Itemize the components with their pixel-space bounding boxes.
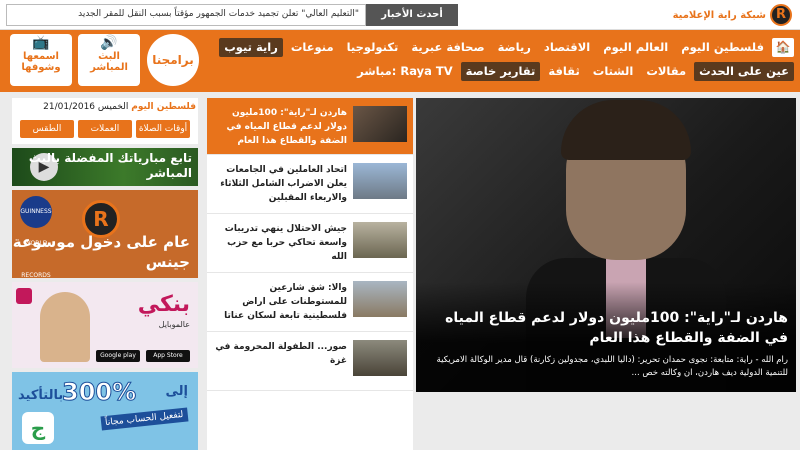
news-title[interactable]: صور... الطفولة المحرومة في غزة [213, 340, 347, 368]
live-audio-button[interactable]: 🔊 البث المباشر [78, 34, 140, 86]
news-thumbnail[interactable] [353, 340, 407, 376]
news-title[interactable]: والا: شق شارعين للمستوطنات على اراض فلسط… [213, 281, 347, 323]
date-text: الخميس 21/01/2016 [43, 102, 129, 112]
weather-button[interactable]: الطقس [20, 120, 74, 138]
date-line: فلسطين اليوم الخميس 21/01/2016 [12, 98, 198, 116]
watch-listen-label: اسمعها وشوفها [21, 51, 61, 73]
nav-row-secondary: عين على الحدث مقالات الشتات ثقافة تقارير… [352, 62, 794, 81]
nav-item-articles[interactable]: مقالات [641, 62, 691, 81]
nav-item-sports[interactable]: رياضة [493, 38, 536, 57]
latest-news-button[interactable]: أحدث الأخبار [366, 4, 458, 26]
news-ticker[interactable]: "التعليم العالي" تعلن تجميد خدمات الجمهو… [6, 4, 366, 26]
nav-item-culture[interactable]: ثقافة [543, 62, 584, 81]
feature-title[interactable]: هاردن لـ"راية": 100مليون دولار لدعم قطاع… [424, 308, 788, 348]
google-play-badge[interactable]: Google play [96, 350, 140, 362]
speaker-icon: 🔊 [100, 35, 118, 51]
nav-item-economy[interactable]: الاقتصاد [539, 38, 595, 57]
prayer-times-button[interactable]: أوقات الصلاة [136, 120, 190, 138]
app-store-badge[interactable]: App Store [146, 350, 190, 362]
ad-live-matches-text: تابع مبارياتك المفضلة بالبث المباشر [28, 151, 192, 180]
ad-person-image [40, 292, 90, 362]
logo-text: شبكة راية الإعلامية [672, 9, 766, 21]
nav-item-special-reports[interactable]: تقارير خاصة [460, 62, 541, 81]
nav-item-raya-tv-live[interactable]: مباشر: Raya TV [352, 62, 457, 81]
ad-percent-after: بالتأكيد [18, 388, 64, 403]
list-item[interactable]: جيش الاحتلال ينهي تدريبات واسعة تحاكي حر… [207, 214, 413, 273]
nav-row-primary: 🏠 فلسطين اليوم العالم اليوم الاقتصاد ريا… [219, 38, 794, 57]
list-item[interactable]: هاردن لـ"راية": 100مليون دولار لدعم قطاع… [207, 98, 413, 155]
news-title[interactable]: جيش الاحتلال ينهي تدريبات واسعة تحاكي حر… [213, 222, 347, 264]
currencies-button[interactable]: العملات [78, 120, 132, 138]
home-icon[interactable]: 🏠 [772, 38, 794, 57]
left-sidebar: فلسطين اليوم الخميس 21/01/2016 الطقس الع… [12, 98, 198, 450]
nav-item-palestine-today[interactable]: فلسطين اليوم [676, 38, 769, 57]
news-title[interactable]: هاردن لـ"راية": 100مليون دولار لدعم قطاع… [213, 106, 347, 148]
ad-banki[interactable]: بنكي عالموبايل Google play App Store [12, 282, 198, 368]
top-bar: "التعليم العالي" تعلن تجميد خدمات الجمهو… [0, 0, 800, 30]
date-section-label: فلسطين اليوم [131, 102, 196, 112]
nav-item-hebrew-press[interactable]: صحافة عبرية [406, 38, 489, 57]
programs-button[interactable]: برامجنا [147, 34, 199, 86]
site-logo[interactable]: R شبكة راية الإعلامية [673, 3, 792, 27]
news-title[interactable]: اتحاد العاملين في الجامعات يعلن الاضراب … [213, 163, 347, 205]
news-thumbnail[interactable] [353, 163, 407, 199]
news-thumbnail[interactable] [353, 222, 407, 258]
ad-live-matches[interactable]: ▶ تابع مبارياتك المفضلة بالبث المباشر [12, 148, 198, 186]
nav-item-technology[interactable]: تكنولوجيا [342, 38, 404, 57]
ad-percent-value: 300% [61, 378, 137, 407]
bank-logo-icon: ج [22, 412, 54, 444]
main-header: 📺 اسمعها وشوفها 🔊 البث المباشر برامجنا 🏠… [0, 30, 800, 92]
ad-guinness[interactable]: GUINNESS WORLD RECORDS R عام على دخول مو… [12, 190, 198, 278]
list-item[interactable]: صور... الطفولة المحرومة في غزة [207, 332, 413, 391]
ad-banki-brand: بنكي [137, 292, 190, 317]
live-audio-label: البث المباشر [90, 51, 128, 73]
nav-item-variety[interactable]: منوعات [286, 38, 339, 57]
guinness-badge-icon: GUINNESS WORLD RECORDS [20, 196, 52, 278]
nav-item-diaspora[interactable]: الشتات [588, 62, 639, 81]
bank-logo-icon [16, 288, 32, 304]
feature-image-hair [561, 100, 691, 160]
logo-r-icon: R [770, 4, 792, 26]
ad-percent-pre: إلى [165, 384, 189, 399]
tv-icon: 📺 [32, 35, 50, 51]
utility-buttons: الطقس العملات أوقات الصلاة [12, 116, 198, 144]
ad-percent-badge: لتفعيل الحساب مجاناً [100, 407, 189, 431]
ad-300-percent[interactable]: بالتأكيد 300% إلى ج لتفعيل الحساب مجاناً [12, 372, 198, 450]
watch-listen-button[interactable]: 📺 اسمعها وشوفها [10, 34, 72, 86]
nav-item-raya-tube[interactable]: راية تيوب [219, 38, 283, 57]
nav-item-eye-on-event[interactable]: عين على الحدث [694, 62, 794, 81]
feature-summary: رام الله - راية: متابعة: نجوى حمدان تحري… [436, 355, 788, 378]
news-thumbnail[interactable] [353, 281, 407, 317]
featured-story[interactable]: هاردن لـ"راية": 100مليون دولار لدعم قطاع… [416, 98, 796, 392]
ad-banki-sub: عالموبايل [158, 320, 190, 329]
list-item[interactable]: والا: شق شارعين للمستوطنات على اراض فلسط… [207, 273, 413, 332]
list-item[interactable]: اتحاد العاملين في الجامعات يعلن الاضراب … [207, 155, 413, 214]
nav-item-world-today[interactable]: العالم اليوم [598, 38, 673, 57]
ad-guinness-text: عام على دخول موسوعة جينس [12, 233, 190, 271]
news-thumbnail[interactable] [353, 106, 407, 142]
news-list: هاردن لـ"راية": 100مليون دولار لدعم قطاع… [207, 98, 413, 450]
